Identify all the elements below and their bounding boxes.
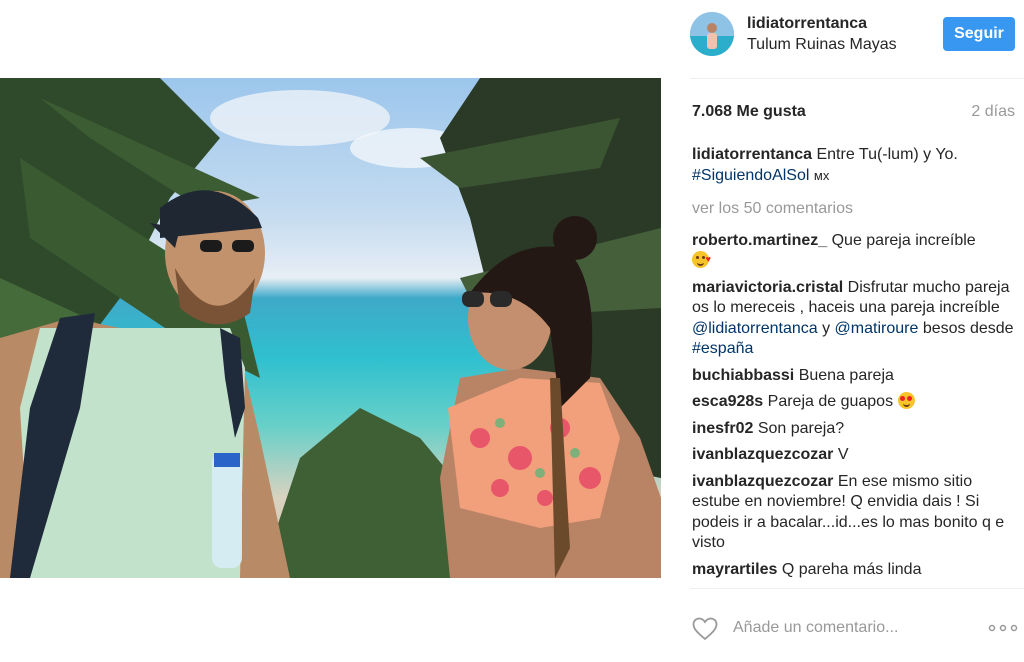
- post-username[interactable]: lidiatorrentanca: [747, 15, 867, 33]
- likes-count[interactable]: 7.068 Me gusta: [692, 103, 806, 121]
- photo-scene: [0, 78, 661, 578]
- follow-button[interactable]: Seguir: [943, 17, 1015, 51]
- comment-mention[interactable]: @matiroure: [835, 320, 919, 337]
- comment-author[interactable]: buchiabbassi: [692, 367, 794, 384]
- comment-text: Q pareha más linda: [781, 560, 922, 578]
- comment-footer: [690, 588, 1024, 662]
- post-header: lidiatorrentanca Tulum Ruinas Mayas Segu…: [690, 0, 1024, 79]
- comment-item: ivanblazquezcozar En ese mismo sitio est…: [692, 472, 1014, 554]
- comment-list: lidiatorrentanca Entre Tu(-lum) y Yo. #S…: [692, 145, 1014, 586]
- comment-author[interactable]: esca928s: [692, 393, 763, 410]
- kissing-face-icon: ♥: [692, 251, 711, 268]
- comment-author[interactable]: ivanblazquezcozar: [692, 473, 833, 490]
- comment-item: buchiabbassi Buena pareja: [692, 366, 1014, 387]
- post-sidebar: lidiatorrentanca Tulum Ruinas Mayas Segu…: [690, 0, 1024, 661]
- post-location[interactable]: Tulum Ruinas Mayas: [747, 36, 897, 54]
- comment-text: Pareja de guapos: [767, 393, 894, 410]
- comment-item: roberto.martinez_ Que pareja increíble ♥: [692, 231, 1014, 272]
- comment-item: inesfr02 Son pareja?: [692, 419, 1014, 440]
- caption-suffix: мх: [813, 167, 830, 183]
- comment-author[interactable]: ivanblazquezcozar: [692, 446, 833, 463]
- post-photo[interactable]: [0, 78, 661, 578]
- heart-outline-icon[interactable]: [692, 617, 718, 641]
- heart-eyes-face-icon: [897, 392, 915, 409]
- comment-author[interactable]: roberto.martinez_: [692, 232, 827, 249]
- avatar[interactable]: [690, 12, 734, 56]
- comment-text: Buena pareja: [798, 366, 894, 384]
- comment-item: ivanblazquezcozar V: [692, 445, 1014, 466]
- caption: lidiatorrentanca Entre Tu(-lum) y Yo. #S…: [692, 145, 1014, 186]
- comment-text: Son pareja?: [757, 419, 845, 437]
- comment-author[interactable]: mariavictoria.cristal: [692, 279, 843, 296]
- comment-input[interactable]: [731, 618, 965, 638]
- caption-author[interactable]: lidiatorrentanca: [692, 146, 812, 163]
- comment-item: mariavictoria.cristal Disfrutar mucho pa…: [692, 278, 1014, 360]
- more-options-icon[interactable]: [988, 622, 1018, 634]
- avatar-image: [690, 12, 734, 56]
- comment-text: Que pareja increíble: [831, 231, 976, 249]
- post-age[interactable]: 2 días: [971, 103, 1015, 121]
- comment-text-middle: y: [822, 319, 831, 337]
- caption-text: Entre Tu(-lum) y Yo.: [816, 146, 958, 163]
- comment-text: V: [837, 446, 849, 463]
- comment-author[interactable]: inesfr02: [692, 420, 753, 437]
- view-all-comments[interactable]: ver los 50 comentarios: [692, 199, 1014, 220]
- comment-mention[interactable]: @lidiatorrentanca: [692, 320, 818, 337]
- comment-hashtag[interactable]: #españa: [692, 340, 753, 357]
- comment-author[interactable]: mayrartiles: [692, 561, 777, 578]
- comment-text-tail: besos desde: [922, 319, 1014, 337]
- comment-item: esca928s Pareja de guapos: [692, 392, 1014, 413]
- comment-item: mayrartiles Q pareha más linda: [692, 560, 1014, 581]
- caption-hashtag[interactable]: #SiguiendoAlSol: [692, 167, 809, 184]
